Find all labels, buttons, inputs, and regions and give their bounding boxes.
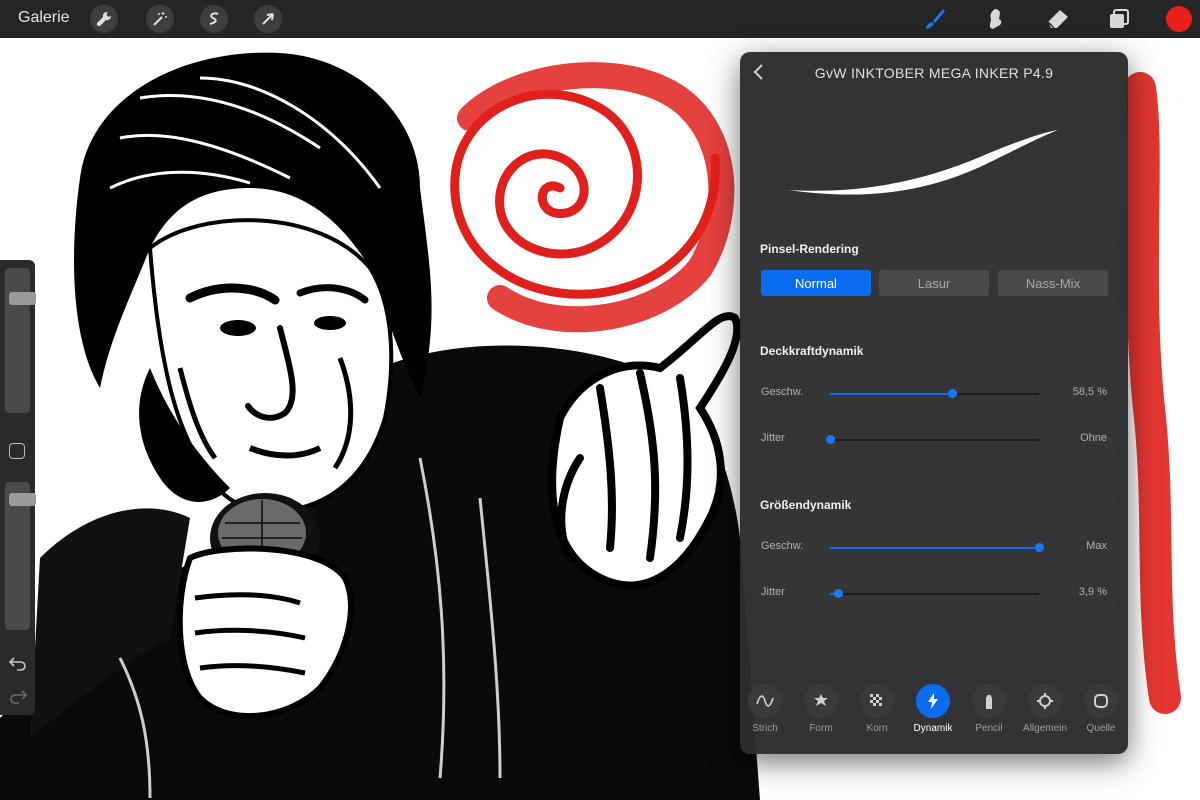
rendering-option-normal[interactable]: Normal — [761, 270, 871, 296]
selection-s-icon[interactable] — [200, 5, 228, 33]
top-toolbar: Galerie — [0, 0, 1200, 38]
brush-studio-tabs: Strich Form Korn Dynamik Pencil Allgemei… — [740, 684, 1128, 754]
magic-wand-icon[interactable] — [146, 5, 174, 33]
opacity-speed-slider[interactable] — [830, 389, 1039, 398]
grain-icon — [860, 684, 894, 718]
opacity-jitter-knob[interactable] — [826, 435, 835, 444]
red-spiral — [450, 62, 735, 333]
gallery-button[interactable]: Galerie — [18, 9, 70, 27]
left-sidebar — [0, 260, 36, 715]
arrow-cursor-icon[interactable] — [254, 5, 282, 33]
rendering-option-lasur[interactable]: Lasur — [879, 270, 989, 296]
tab-dynamik-label: Dynamik — [913, 723, 953, 734]
stroke-path-icon — [748, 684, 782, 718]
opacity-slider[interactable] — [5, 482, 36, 630]
brush-settings-panel: GvW INKTOBER MEGA INKER P4.9 Pinsel-Rend… — [740, 52, 1128, 754]
eraser-icon[interactable] — [1043, 4, 1073, 34]
settings-icon — [1028, 684, 1062, 718]
wrench-icon[interactable] — [90, 5, 118, 33]
tab-pencil[interactable]: Pencil — [961, 684, 1017, 734]
tab-korn-label: Korn — [866, 723, 888, 734]
pencil-icon — [972, 684, 1006, 718]
color-swatch[interactable] — [1166, 6, 1192, 32]
brush-size-slider[interactable] — [5, 268, 36, 413]
tab-dynamik[interactable]: Dynamik — [905, 684, 961, 734]
opacity-dynamics-title: Deckkraftdynamik — [760, 344, 864, 358]
opacity-speed-value: 58,5 % — [1072, 386, 1107, 398]
smudge-icon[interactable] — [980, 4, 1010, 34]
brush-name-title: GvW INKTOBER MEGA INKER P4.9 — [814, 65, 1054, 81]
tab-allgemein-label: Allgemein — [1023, 723, 1067, 734]
lightning-icon — [916, 684, 950, 718]
size-jitter-value: 3,9 % — [1078, 586, 1107, 598]
size-speed-label: Geschw. — [761, 540, 804, 552]
size-speed-value: Max — [1086, 540, 1107, 552]
size-speed-knob[interactable] — [1035, 543, 1044, 552]
tab-strich[interactable]: Strich — [740, 684, 793, 734]
size-dynamics-section: Größendynamik Geschw. Max Jitter 3,9 % — [752, 490, 1117, 614]
brush-size-thumb[interactable] — [9, 291, 36, 305]
size-jitter-label: Jitter — [761, 586, 785, 598]
opacity-dynamics-section: Deckkraftdynamik Geschw. 58,5 % Jitter O… — [752, 336, 1117, 460]
opacity-thumb[interactable] — [9, 492, 36, 506]
tab-form[interactable]: Form — [793, 684, 849, 734]
undo-icon[interactable] — [8, 655, 27, 676]
source-icon — [1084, 684, 1118, 718]
rendering-section-title: Pinsel-Rendering — [760, 242, 859, 256]
modifier-button[interactable] — [9, 443, 25, 459]
size-jitter-slider[interactable] — [830, 589, 1039, 598]
tab-korn[interactable]: Korn — [849, 684, 905, 734]
opacity-jitter-value: Ohne — [1080, 432, 1107, 444]
brush-icon[interactable] — [920, 4, 950, 34]
redo-icon[interactable] — [9, 688, 28, 709]
opacity-speed-label: Geschw. — [761, 386, 804, 398]
stroke-preview — [780, 112, 1070, 207]
rendering-option-nass-mix[interactable]: Nass-Mix — [998, 270, 1108, 296]
tab-pencil-label: Pencil — [975, 723, 1003, 734]
tab-quelle[interactable]: Quelle — [1073, 684, 1128, 734]
opacity-jitter-slider[interactable] — [826, 435, 1039, 444]
tab-strich-label: Strich — [752, 723, 778, 734]
size-dynamics-title: Größendynamik — [760, 498, 852, 512]
shape-icon — [804, 684, 838, 718]
rendering-section: Pinsel-Rendering Normal Lasur Nass-Mix — [752, 234, 1117, 308]
size-speed-slider[interactable] — [830, 543, 1044, 552]
tab-allgemein[interactable]: Allgemein — [1017, 684, 1073, 734]
size-jitter-knob[interactable] — [834, 589, 844, 598]
opacity-jitter-label: Jitter — [761, 432, 785, 444]
tab-quelle-label: Quelle — [1086, 723, 1116, 734]
opacity-speed-knob[interactable] — [948, 389, 958, 398]
layers-icon[interactable] — [1104, 4, 1134, 34]
tab-form-label: Form — [809, 723, 833, 734]
